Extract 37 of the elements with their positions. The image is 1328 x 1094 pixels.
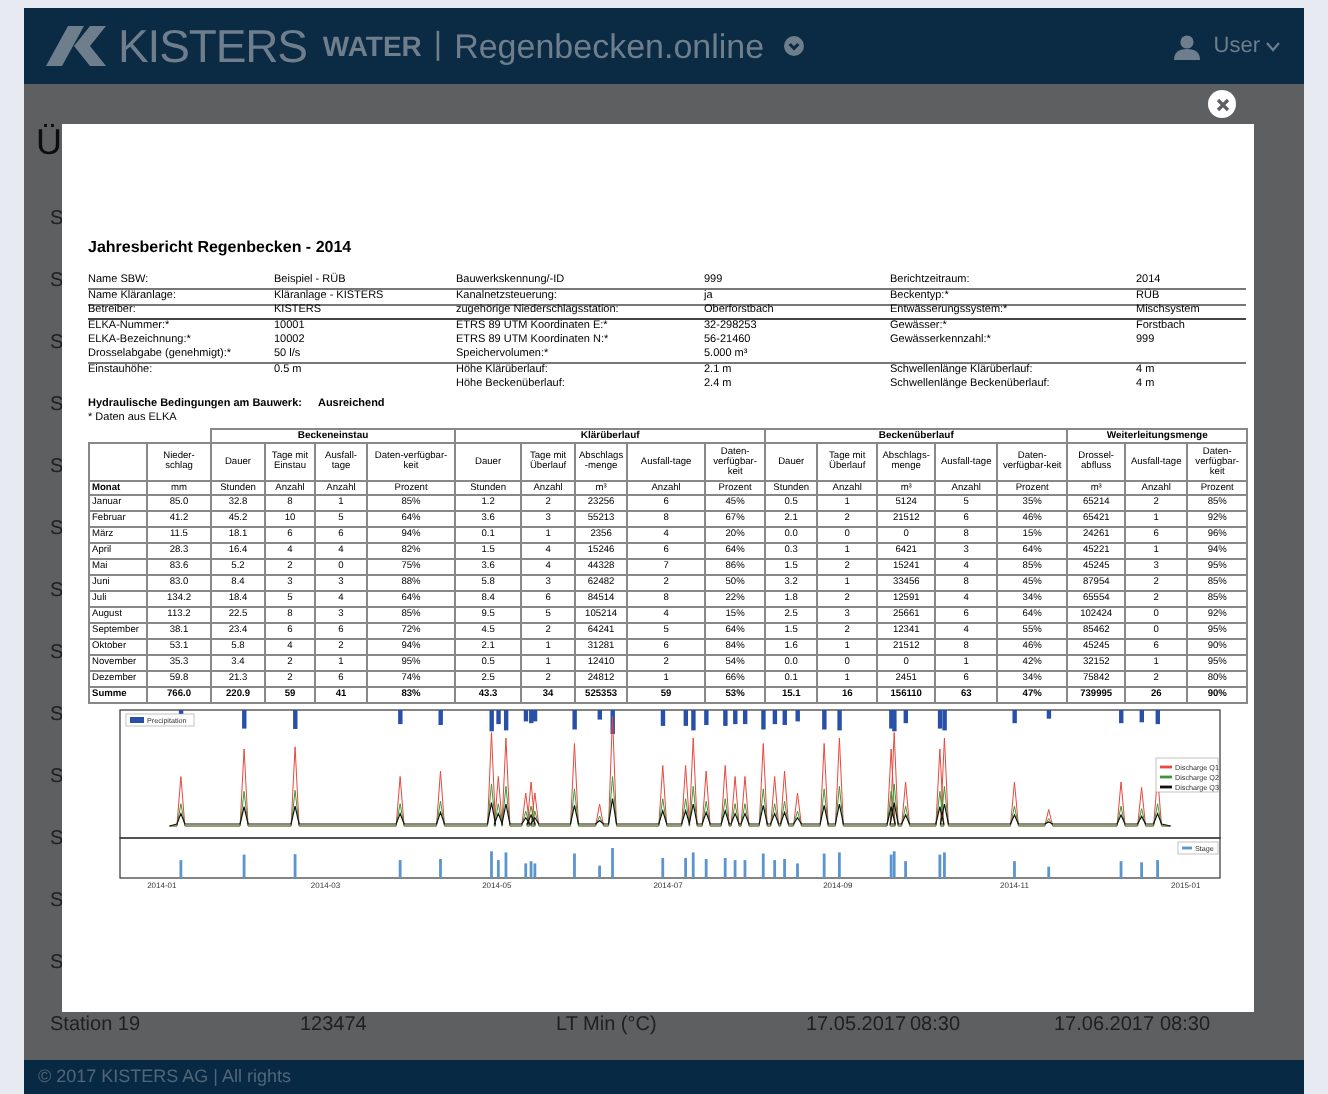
end-date: 17.06.2017 [1054,1012,1155,1040]
product-name: WATER [322,32,422,60]
page-heading: Ü [36,122,62,162]
station-name: S [50,454,64,482]
legend-box [1177,842,1219,856]
brand-name: KISTERS [118,23,307,69]
start-date: 17.05.2017 [806,1012,907,1040]
station-name: S [50,764,64,792]
user-menu-label[interactable]: User [1213,29,1260,63]
legend-box [1155,758,1219,794]
station-name: S [50,640,64,668]
chevron-down-icon[interactable] [1266,41,1280,51]
station-name: S [50,330,64,358]
station-name: S [50,516,64,544]
report-title: Jahresbericht Regenbecken - 2014 [88,238,352,256]
start-time: 08:30 [910,1012,961,1040]
station-name: S [50,206,64,234]
station-name: S [50,888,64,916]
station-name: S [50,950,64,978]
close-icon [1215,97,1229,111]
app-name: Regenbecken.online [454,29,765,63]
logo-mark-icon [46,26,106,66]
station-name: Station 19 [50,1012,141,1040]
station-name: S [50,826,64,854]
separator: | [433,30,443,62]
station-name: S [50,392,64,420]
parameter-name: LT Min (°C) [556,1012,657,1040]
copyright-text: © 2017 KISTERS AG | All rights [38,1063,292,1090]
station-name: S [50,702,64,730]
station-name: S [50,268,64,296]
close-button[interactable] [1208,90,1236,118]
station-id: 123474 [300,1012,367,1040]
station-name: S [50,578,64,606]
user-icon[interactable] [1173,33,1200,59]
end-time: 08:30 [1160,1012,1211,1040]
legend-box [125,714,195,728]
chevron-circle-icon[interactable] [784,36,805,56]
